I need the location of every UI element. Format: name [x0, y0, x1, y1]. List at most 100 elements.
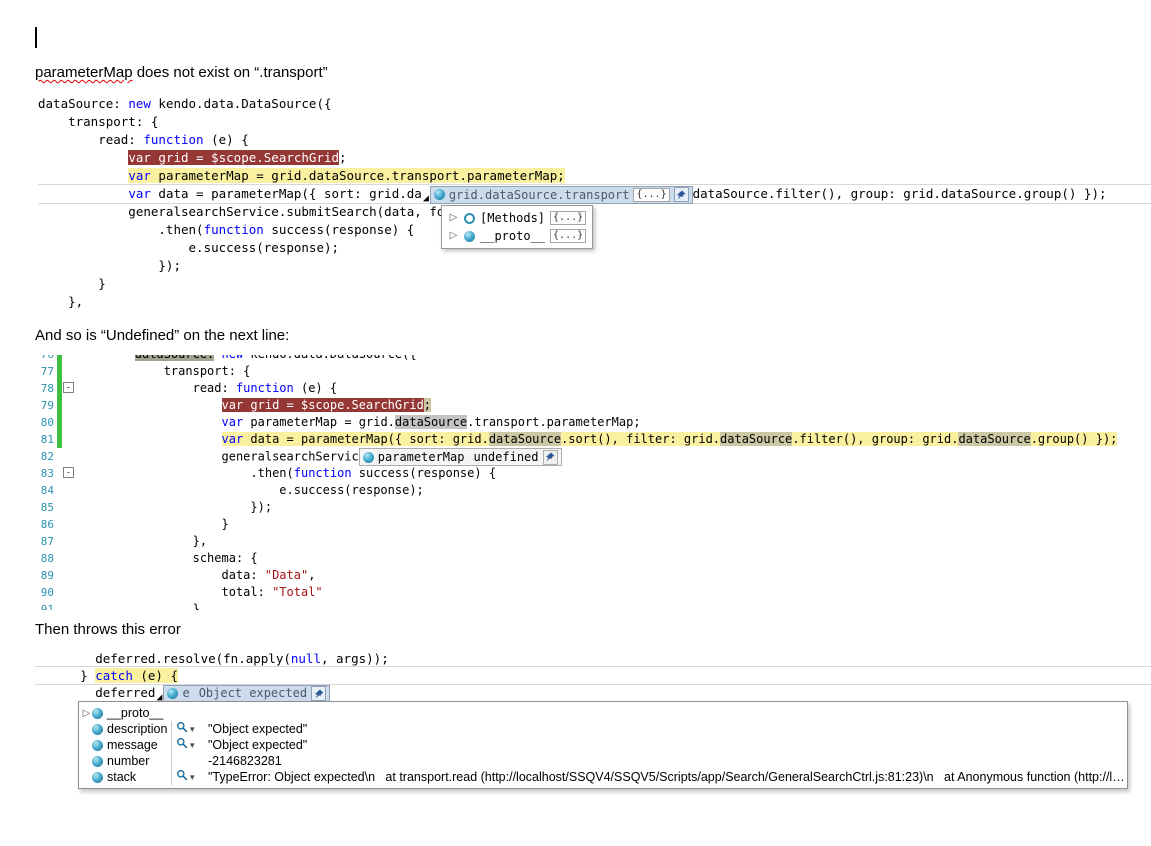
code-text: e.success(response);: [77, 483, 424, 497]
collapse-toggle-icon[interactable]: -: [63, 467, 74, 478]
watch-name: message: [107, 737, 158, 752]
tree-item[interactable]: ▷ __proto__ {...}: [448, 227, 587, 245]
line-number: 91: [40, 603, 54, 610]
datatip[interactable]: parameterMap undefined: [358, 448, 562, 466]
code-text: var data = parameterMap({ sort: grid.dat…: [221, 432, 1118, 446]
object-orb-icon: [362, 451, 374, 463]
pin-icon[interactable]: [311, 686, 327, 701]
code-text: read: function (e) {: [77, 381, 338, 395]
line-number: 88: [40, 552, 54, 565]
object-orb-icon: [92, 755, 103, 767]
object-orb-icon: [92, 771, 103, 783]
code-text: deferred◢ e Object expected: [35, 684, 331, 703]
code-line: transport: {: [38, 113, 1151, 131]
code-line: var data = parameterMap({ sort: grid.da◢…: [38, 185, 1151, 204]
datatip-value: undefined: [473, 449, 539, 464]
ellipsis-badge[interactable]: {...}: [633, 187, 670, 202]
column-divider: [171, 753, 172, 769]
tree-item-label: __proto__: [480, 229, 546, 243]
outline-margin: [62, 397, 77, 414]
dropdown-caret-icon[interactable]: ▾: [190, 721, 195, 738]
code-text: var grid = $scope.SearchGrid;: [128, 150, 347, 165]
code-text: read: function (e) {: [38, 132, 249, 147]
expander-triangle-icon[interactable]: ▷: [81, 705, 92, 722]
outline-margin: [62, 533, 77, 550]
object-orb-icon: [167, 688, 179, 699]
exception-watch-panel: ▷ __proto__ description ▾ "Object expected" m…: [78, 701, 1128, 789]
expander-triangle-icon[interactable]: ▷: [448, 209, 459, 227]
line-number: 78: [40, 382, 54, 395]
code-line: 87 },: [35, 533, 1151, 550]
code-line: var grid = $scope.SearchGrid;: [38, 149, 1151, 167]
pin-icon[interactable]: [542, 449, 558, 465]
datatip[interactable]: grid.dataSource.transport {...}: [429, 185, 693, 204]
code-line: dataSource: new kendo.data.DataSource({: [38, 95, 1151, 113]
pin-icon[interactable]: [673, 187, 689, 202]
collapse-toggle-icon[interactable]: -: [63, 382, 74, 393]
code-line: e.success(response);: [38, 239, 1151, 257]
magnifier-icon[interactable]: [176, 737, 188, 754]
code-text: deferred.resolve(fn.apply(null, args));: [35, 651, 389, 666]
line-number: 76: [35, 355, 57, 363]
watch-row[interactable]: message ▾ "Object expected": [81, 737, 1125, 753]
watch-name: __proto__: [107, 705, 164, 720]
tree-item[interactable]: ▷ [Methods] {...}: [448, 209, 587, 227]
document-page: { "colors": { "keyword": "#0000ff", "str…: [0, 0, 1151, 846]
code-line: 82 generalsearchServic parameterMap undefi…: [35, 448, 1151, 466]
code-text: }: [77, 602, 200, 610]
code-text: } catch (e) {: [35, 668, 179, 683]
code-text: var data = parameterMap({ sort: grid.da◢…: [128, 185, 1107, 204]
line-number: 82: [40, 450, 54, 463]
ellipsis-badge[interactable]: {...}: [550, 211, 587, 225]
dropdown-caret-icon[interactable]: ▾: [190, 769, 195, 786]
datatip[interactable]: e Object expected: [163, 684, 331, 703]
watch-row[interactable]: number -2146823281: [81, 753, 1125, 769]
code-text: }: [38, 276, 106, 291]
datatip-label: grid.dataSource.transport: [448, 187, 630, 202]
outline-margin: [62, 601, 77, 610]
code-line: .then(function success(response) {: [38, 221, 1151, 239]
code-line: 84 e.success(response);: [35, 482, 1151, 499]
object-orb-icon: [92, 723, 103, 735]
outline-margin: [62, 363, 77, 380]
code-line: });: [38, 257, 1151, 275]
outline-margin: -: [62, 465, 77, 482]
watch-row[interactable]: stack ▾ "TypeError: Object expected\n at t…: [81, 769, 1125, 785]
object-orb-icon: [92, 707, 103, 719]
code-text: }: [77, 517, 229, 531]
code-text: var grid = $scope.SearchGrid;: [221, 398, 432, 412]
text-cursor: [35, 27, 37, 48]
code-text: var parameterMap = grid.dataSource.trans…: [221, 415, 641, 429]
note-parametermap-missing: parameterMap does not exist on “.transpo…: [35, 64, 328, 81]
outline-margin: [62, 567, 77, 584]
expander-triangle-icon[interactable]: ▷: [448, 227, 459, 245]
magnifier-icon[interactable]: [176, 721, 188, 738]
object-orb-icon: [92, 739, 103, 751]
ellipsis-badge[interactable]: {...}: [550, 229, 587, 243]
magnifier-icon[interactable]: [176, 769, 188, 786]
line-number: 90: [40, 586, 54, 599]
outline-margin: -: [62, 380, 77, 397]
watch-row[interactable]: ▷ __proto__: [81, 705, 1125, 721]
code-screenshot-1: ▷ [Methods] {...} ▷ __proto__ {...} dataSourc…: [38, 95, 1151, 311]
code-text: total: "Total": [77, 585, 323, 599]
datatip-value: Object expected: [198, 686, 308, 700]
code-text: schema: {: [77, 551, 258, 565]
watch-value: "TypeError: Object expected\n at transpo…: [208, 769, 1125, 784]
line-number: 77: [40, 365, 54, 378]
line-number: 87: [40, 535, 54, 548]
code-text: transport: {: [77, 364, 251, 378]
code-text: .then(function success(response) {: [77, 466, 497, 480]
dropdown-caret-icon[interactable]: ▾: [190, 737, 195, 754]
code-line: }: [38, 275, 1151, 293]
datatip-label: parameterMap: [377, 449, 465, 464]
note-text: does not exist on “.transport”: [132, 64, 328, 81]
line-number: 89: [40, 569, 54, 582]
code-text: data: "Data",: [77, 568, 316, 582]
code-text: e.success(response);: [38, 240, 340, 255]
code-text: generalsearchService.submitSearch(data, …: [38, 204, 445, 219]
code-text: },: [77, 534, 208, 548]
outline-margin: [62, 516, 77, 533]
code-line: 81 var data = parameterMap({ sort: grid.…: [35, 431, 1151, 448]
watch-row[interactable]: description ▾ "Object expected": [81, 721, 1125, 737]
